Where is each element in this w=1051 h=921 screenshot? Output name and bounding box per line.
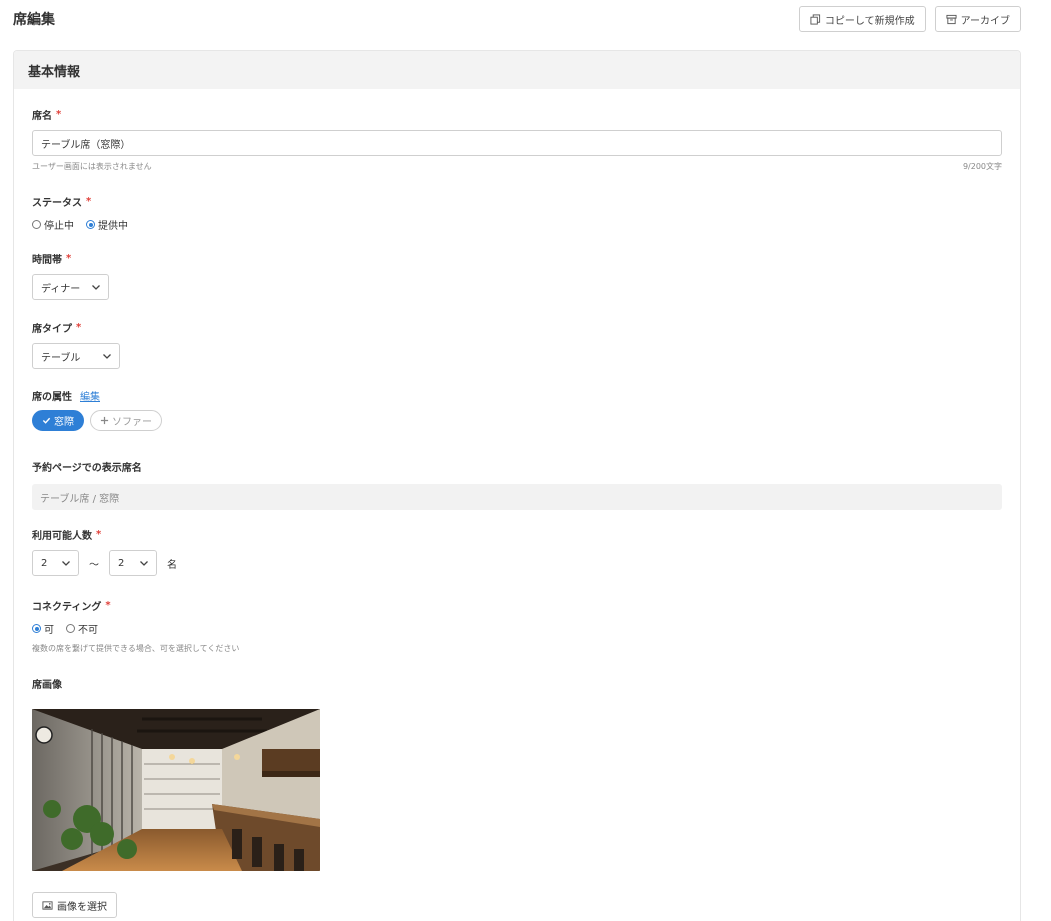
radio-label: 可 [44, 625, 54, 636]
seat-image-label: 席画像 [32, 676, 320, 691]
archive-label: アーカイブ [960, 15, 1010, 27]
time-slot-label: 時間帯 * [32, 251, 109, 266]
seat-name-hint: ユーザー画面には表示されません [32, 162, 152, 171]
required-mark: * [96, 529, 102, 540]
seat-image-label-text: 席画像 [32, 680, 62, 691]
seat-type-label-text: 席タイプ [32, 324, 72, 335]
chevron-down-icon [103, 354, 111, 359]
status-label: ステータス * [32, 194, 128, 209]
seat-name-label-text: 席名 [32, 111, 52, 122]
radio-button[interactable] [66, 624, 75, 633]
display-name-label: 予約ページでの表示席名 [32, 459, 1002, 474]
seat-name-label: 席名 * [32, 107, 1002, 122]
seat-image-preview [32, 709, 320, 871]
select-image-label: 画像を選択 [57, 901, 107, 913]
capacity-range: 2 〜 2 名 [32, 550, 177, 576]
chip-window[interactable]: 窓際 [32, 410, 84, 431]
capacity-max-value: 2 [118, 557, 125, 569]
connecting-label: コネクティング * [32, 598, 239, 613]
attribute-chips: 窓際 ソファー [32, 410, 162, 431]
status-label-text: ステータス [32, 198, 82, 209]
attributes-label: 席の属性 編集 [32, 388, 162, 403]
connecting-hint: 複数の席を繋げて提供できる場合、可を選択してください [32, 644, 240, 653]
restaurant-interior-photo [32, 709, 320, 871]
capacity-label-text: 利用可能人数 [32, 531, 92, 542]
time-slot-field: 時間帯 * ディナー [32, 251, 109, 300]
basic-info-card: 基本情報 席名 * ユーザー画面には表示されません 9/200文字 ステータス … [13, 50, 1021, 921]
image-icon [42, 900, 53, 910]
chip-label: 窓際 [54, 417, 74, 428]
time-slot-select[interactable]: ディナー [32, 274, 109, 300]
required-mark: * [86, 196, 92, 207]
attributes-edit-link[interactable]: 編集 [80, 388, 100, 403]
connecting-radio-yes[interactable]: 可 [32, 621, 54, 636]
seat-type-select[interactable]: テーブル [32, 343, 120, 369]
capacity-min-value: 2 [41, 557, 48, 569]
status-field: ステータス * 停止中 提供中 [32, 194, 128, 232]
copy-icon [810, 13, 820, 25]
status-radio-group: 停止中 提供中 [32, 217, 128, 232]
archive-icon [946, 14, 957, 24]
radio-button[interactable] [32, 220, 41, 229]
required-mark: * [66, 253, 72, 264]
copy-create-button[interactable]: コピーして新規作成 [798, 6, 926, 32]
seat-name-field: 席名 * ユーザー画面には表示されません 9/200文字 [32, 107, 1002, 172]
connecting-radio-no[interactable]: 不可 [66, 621, 98, 636]
plus-icon [100, 416, 109, 425]
capacity-label: 利用可能人数 * [32, 527, 177, 542]
select-image-button[interactable]: 画像を選択 [32, 892, 117, 918]
connecting-label-text: コネクティング [32, 602, 102, 613]
chip-sofa[interactable]: ソファー [90, 410, 162, 431]
seat-image-field: 席画像 画像を選択 [32, 676, 320, 918]
status-radio-active[interactable]: 提供中 [86, 217, 128, 232]
capacity-min-select[interactable]: 2 [32, 550, 79, 576]
display-name-value: テーブル席 / 窓際 [32, 484, 1002, 510]
radio-label: 提供中 [98, 221, 128, 232]
time-slot-value: ディナー [41, 283, 81, 295]
chevron-down-icon [92, 285, 100, 290]
status-radio-stopped[interactable]: 停止中 [32, 217, 74, 232]
copy-create-label: コピーして新規作成 [824, 15, 915, 27]
seat-name-input[interactable] [32, 130, 1002, 156]
page-title: 席編集 [13, 12, 55, 28]
seat-type-label: 席タイプ * [32, 320, 120, 335]
capacity-max-select[interactable]: 2 [109, 550, 157, 576]
required-mark: * [76, 322, 82, 333]
radio-button-checked[interactable] [32, 624, 41, 633]
header-actions: コピーして新規作成 アーカイブ [798, 6, 1021, 32]
seat-name-counter: 9/200文字 [962, 162, 1002, 171]
display-name-field: 予約ページでの表示席名 テーブル席 / 窓際 [32, 459, 1002, 510]
chevron-down-icon [62, 561, 70, 566]
display-name-label-text: 予約ページでの表示席名 [32, 463, 142, 474]
required-mark: * [105, 600, 111, 611]
radio-label: 不可 [78, 625, 98, 636]
archive-button[interactable]: アーカイブ [934, 6, 1021, 32]
check-icon [42, 417, 51, 424]
radio-label: 停止中 [44, 221, 74, 232]
connecting-field: コネクティング * 可 不可 複数の席を繋げて提供できる場合、可を選択してくださ… [32, 598, 239, 654]
required-mark: * [56, 109, 62, 120]
chip-label: ソファー [112, 417, 152, 428]
range-separator: 〜 [89, 559, 99, 571]
section-title: 基本情報 [14, 51, 1020, 89]
seat-name-hint-row: ユーザー画面には表示されません 9/200文字 [32, 161, 1002, 172]
radio-button-checked[interactable] [86, 220, 95, 229]
capacity-field: 利用可能人数 * 2 〜 2 名 [32, 527, 177, 576]
capacity-unit: 名 [167, 559, 177, 571]
connecting-radio-group: 可 不可 [32, 621, 239, 636]
attributes-field: 席の属性 編集 窓際 ソファー [32, 388, 162, 431]
seat-type-field: 席タイプ * テーブル [32, 320, 120, 369]
attributes-label-text: 席の属性 [32, 392, 72, 403]
time-slot-label-text: 時間帯 [32, 255, 62, 266]
chevron-down-icon [140, 561, 148, 566]
seat-type-value: テーブル [41, 352, 81, 364]
